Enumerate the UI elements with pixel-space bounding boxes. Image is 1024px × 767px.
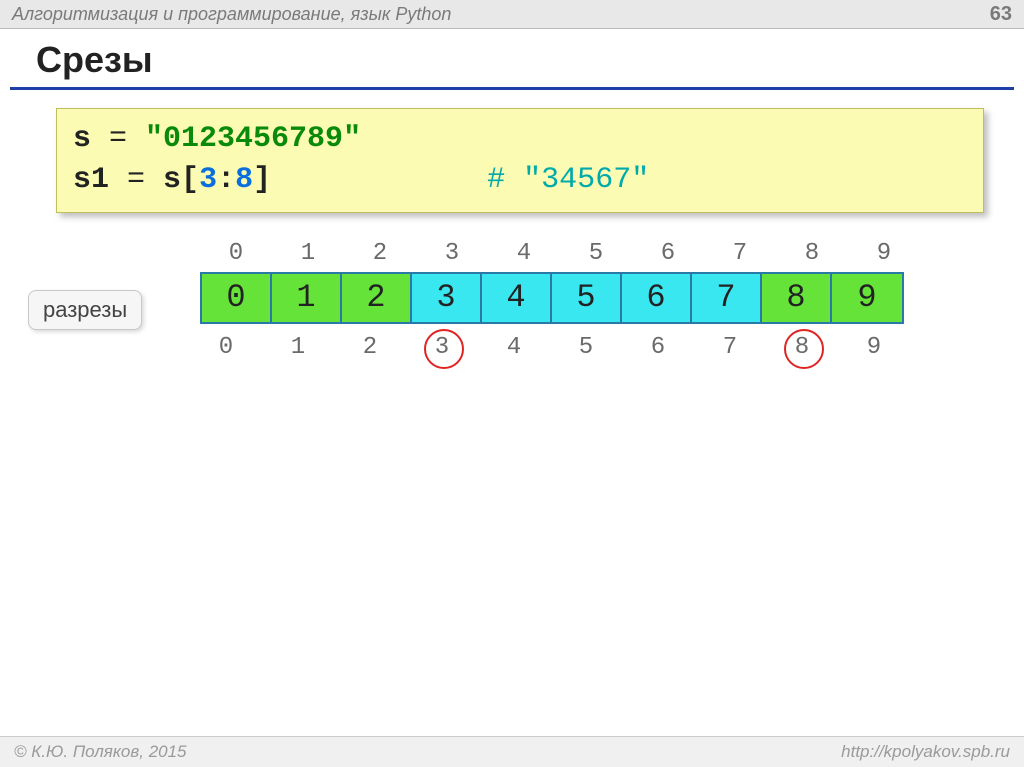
bottom-index: 8 [766,334,838,361]
footer-url: http://kpolyakov.spb.ru [841,737,1010,767]
bottom-index-row: 0123456789 [190,334,910,361]
array-cell: 2 [342,274,412,322]
top-index: 0 [200,240,272,267]
bottom-index: 6 [622,334,694,361]
top-index: 1 [272,240,344,267]
bottom-index: 4 [478,334,550,361]
top-index-row: 0123456789 [200,240,920,267]
array-cell: 1 [272,274,342,322]
bottom-index: 1 [262,334,334,361]
array-cell: 4 [482,274,552,322]
bottom-index: 5 [550,334,622,361]
code-line-1: s = "0123456789" [73,119,967,160]
bottom-index: 9 [838,334,910,361]
slide-footer: © К.Ю. Поляков, 2015 http://kpolyakov.sp… [0,736,1024,767]
bottom-index: 7 [694,334,766,361]
top-index: 3 [416,240,488,267]
array-cell: 3 [412,274,482,322]
array-cell: 9 [832,274,902,322]
title-underline [10,87,1014,90]
top-index: 6 [632,240,704,267]
array-cell: 5 [552,274,622,322]
top-index: 9 [848,240,920,267]
array-cell: 8 [762,274,832,322]
array-cell: 7 [692,274,762,322]
top-index: 4 [488,240,560,267]
bottom-index: 0 [190,334,262,361]
slide-header: Алгоритмизация и программирование, язык … [0,0,1024,29]
code-block: s = "0123456789" s1 = s[3:8] # "34567" [56,108,984,213]
top-index: 7 [704,240,776,267]
top-index: 2 [344,240,416,267]
cells-row: 0123456789 [200,272,904,324]
header-title: Алгоритмизация и программирование, язык … [12,0,451,28]
cuts-label: разрезы [28,290,142,330]
array-cell: 6 [622,274,692,322]
top-index: 5 [560,240,632,267]
bottom-index: 3 [406,334,478,361]
footer-copyright: © К.Ю. Поляков, 2015 [14,737,187,767]
page-number: 63 [990,0,1012,28]
top-index: 8 [776,240,848,267]
array-cell: 0 [202,274,272,322]
slide-title: Срезы [36,39,1024,81]
bottom-index: 2 [334,334,406,361]
code-line-2: s1 = s[3:8] # "34567" [73,160,967,201]
